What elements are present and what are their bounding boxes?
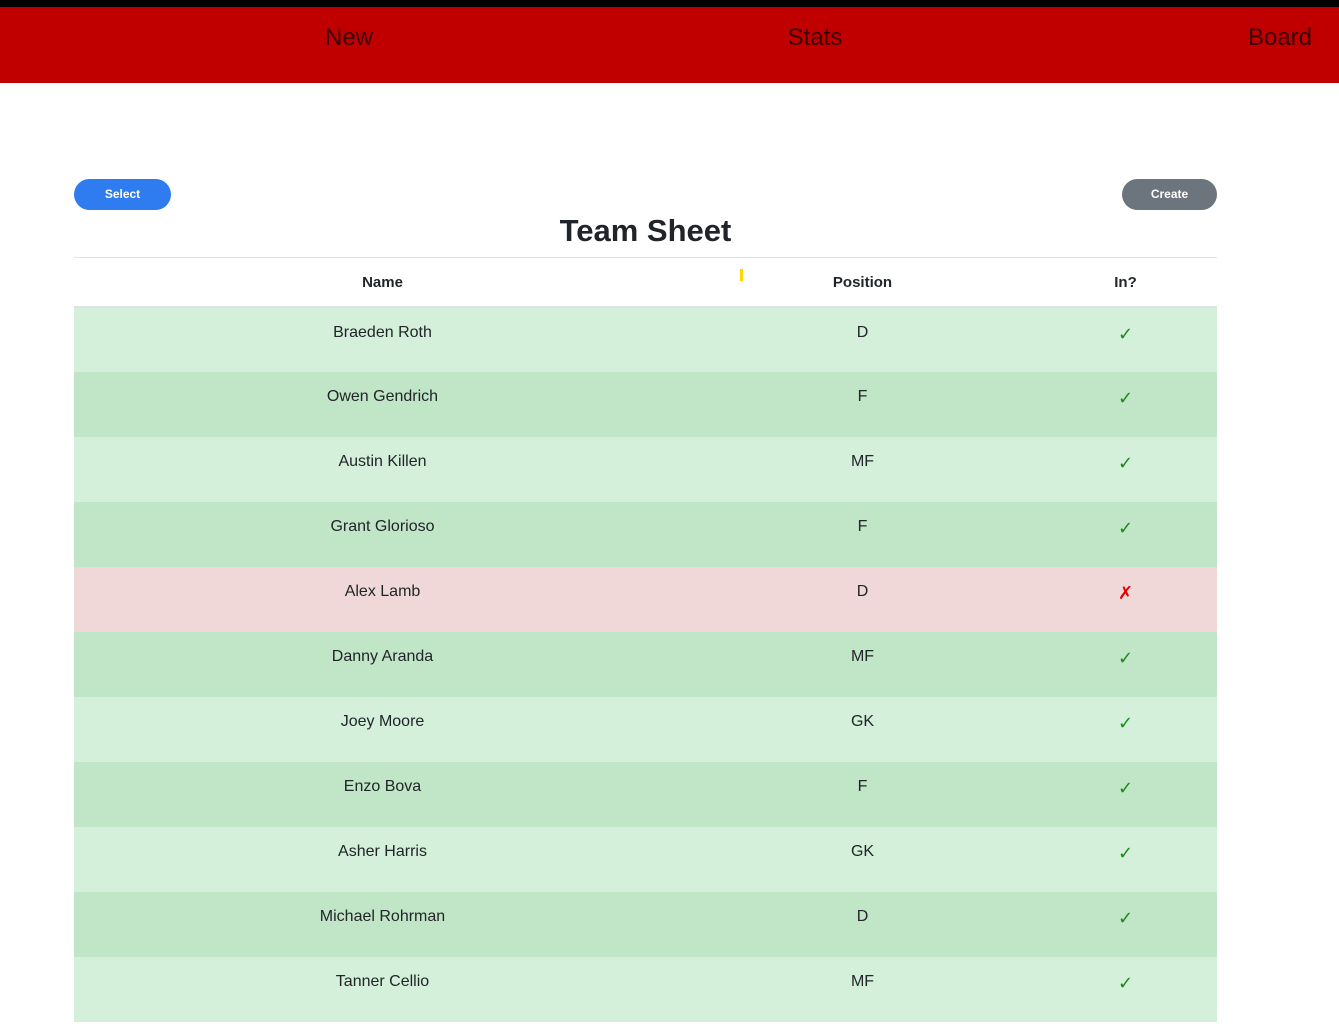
table-row[interactable]: Braeden Roth D ✓ [74,307,1217,372]
player-name-cell: Alex Lamb [74,567,691,632]
player-in-cell[interactable]: ✓ [1034,632,1217,697]
table-row[interactable]: Michael Rohrman D ✓ [74,892,1217,957]
column-header-position[interactable]: Position [691,258,1034,308]
nav-link-new[interactable]: New [325,24,373,52]
checkmark-icon: ✓ [1117,778,1134,798]
table-body: Braeden Roth D ✓ Owen Gendrich F ✓ Austin Kill… [74,307,1217,1022]
page-title: Team Sheet [559,213,732,248]
checkmark-icon: ✓ [1117,453,1134,473]
table-row[interactable]: Owen Gendrich F ✓ [74,372,1217,437]
player-in-cell[interactable]: ✓ [1034,437,1217,502]
player-name-cell: Danny Aranda [74,632,691,697]
player-position-cell: GK [691,827,1034,892]
player-position-cell: MF [691,437,1034,502]
create-teams-button[interactable]: Create Teams [1122,179,1217,232]
checkmark-icon: ✓ [1117,908,1134,928]
column-header-in[interactable]: In? [1034,258,1217,308]
player-in-cell[interactable]: ✓ [1034,892,1217,957]
checkmark-icon: ✓ [1117,388,1134,408]
table-row[interactable]: Grant Glorioso F ✓ [74,502,1217,567]
select-players-button[interactable]: Select Players [74,179,171,232]
player-name-cell: Michael Rohrman [74,892,691,957]
checkmark-icon: ✓ [1117,518,1134,538]
table-row[interactable]: Joey Moore GK ✓ [74,697,1217,762]
player-position-cell: F [691,372,1034,437]
team-sheet-table: Name Position In? Braeden Roth D ✓ Owen Gen… [74,258,1217,1022]
table-header-row: Name Position In? [74,258,1217,308]
player-position-cell: D [691,892,1034,957]
table-row[interactable]: Alex Lamb D ✗ [74,567,1217,632]
checkmark-icon: ✓ [1117,843,1134,863]
player-in-cell[interactable]: ✗ [1034,567,1217,632]
player-name-cell: Asher Harris [74,827,691,892]
player-position-cell: MF [691,632,1034,697]
player-name-cell: Owen Gendrich [74,372,691,437]
nav-link-stats[interactable]: Stats [788,24,843,52]
player-position-cell: MF [691,957,1034,1022]
table-row[interactable]: Tanner Cellio MF ✓ [74,957,1217,1022]
player-position-cell: F [691,762,1034,827]
player-in-cell[interactable]: ✓ [1034,372,1217,437]
player-in-cell[interactable]: ✓ [1034,762,1217,827]
player-name-cell: Braeden Roth [74,307,691,372]
player-position-cell: D [691,567,1034,632]
player-name-cell: Grant Glorioso [74,502,691,567]
cross-icon: ✗ [1117,583,1134,603]
player-in-cell[interactable]: ✓ [1034,697,1217,762]
checkmark-icon: ✓ [1117,973,1134,993]
checkmark-icon: ✓ [1117,713,1134,733]
top-nav-bar: New Stats Board [0,0,1339,83]
cursor-marker [740,269,743,281]
player-name-cell: Joey Moore [74,697,691,762]
player-position-cell: GK [691,697,1034,762]
checkmark-icon: ✓ [1117,324,1134,344]
player-name-cell: Austin Killen [74,437,691,502]
player-in-cell[interactable]: ✓ [1034,307,1217,372]
table-row[interactable]: Asher Harris GK ✓ [74,827,1217,892]
column-header-name[interactable]: Name [74,258,691,308]
player-position-cell: F [691,502,1034,567]
player-in-cell[interactable]: ✓ [1034,827,1217,892]
player-position-cell: D [691,307,1034,372]
table-row[interactable]: Danny Aranda MF ✓ [74,632,1217,697]
player-in-cell[interactable]: ✓ [1034,502,1217,567]
player-name-cell: Enzo Bova [74,762,691,827]
table-row[interactable]: Austin Killen MF ✓ [74,437,1217,502]
table-row[interactable]: Enzo Bova F ✓ [74,762,1217,827]
checkmark-icon: ✓ [1117,648,1134,668]
player-name-cell: Tanner Cellio [74,957,691,1022]
player-in-cell[interactable]: ✓ [1034,957,1217,1022]
nav-link-board[interactable]: Board [1248,24,1312,52]
